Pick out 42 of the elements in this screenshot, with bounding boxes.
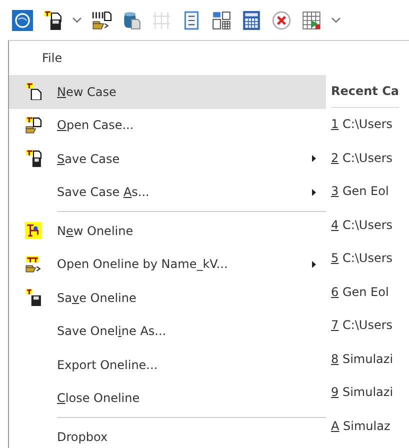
calculator-icon[interactable]	[241, 10, 262, 30]
submenu-arrow-icon	[312, 155, 316, 162]
menu-item[interactable]: New Case	[9, 75, 326, 108]
recent-file-item[interactable]: A Simulaz	[331, 410, 399, 443]
recent-file-item[interactable]: 6 Gen Eol	[331, 276, 399, 309]
submenu-arrow-icon	[312, 188, 316, 196]
menu-item[interactable]: Export Oneline...	[9, 348, 326, 382]
folder-icon	[24, 116, 42, 134]
floppy-disk-icon[interactable]	[42, 10, 63, 30]
document-icon	[24, 83, 42, 100]
grid-icon[interactable]	[301, 10, 322, 30]
menu-title: File	[41, 50, 64, 67]
menu-item[interactable]: Save Oneline	[9, 281, 326, 314]
recent-file-item[interactable]: 9 Simulazi	[331, 376, 399, 410]
recent-file-item[interactable]: 2 C:\Users	[331, 142, 399, 175]
submenu-arrow-icon	[312, 260, 316, 268]
menu-item[interactable]: New Oneline	[9, 214, 326, 248]
menu-item[interactable]: Save Oneline As...	[9, 314, 326, 348]
globe-icon[interactable]	[12, 10, 33, 30]
section-title: Recent Ca	[331, 75, 399, 108]
menu-item[interactable]: Close Oneline	[9, 382, 326, 415]
menu-item[interactable]: Open Oneline by Name_kV...	[9, 248, 326, 281]
recent-file-item[interactable]: 5 C:\Users	[331, 242, 399, 276]
chevron-down-icon[interactable]	[331, 17, 341, 23]
menu-item[interactable]: Dropbox	[9, 420, 326, 448]
recent-file-item[interactable]: 3 Gen Eol	[331, 175, 399, 208]
recent-file-item[interactable]: 8 Simulazi	[331, 342, 399, 376]
layout-icon[interactable]	[211, 10, 232, 30]
recent-file-item[interactable]: 1 C:\Users	[331, 108, 399, 142]
chevron-down-icon[interactable]	[72, 17, 82, 23]
close-icon[interactable]	[271, 10, 292, 30]
recent-file-item[interactable]: 7 C:\Users	[331, 309, 399, 342]
floppy-disk-icon	[24, 289, 42, 306]
recent-file-item[interactable]: 4 C:\Users	[331, 208, 399, 242]
floppy-disk-icon	[24, 150, 42, 168]
folder-icon[interactable]	[91, 10, 112, 30]
folder-icon	[24, 256, 42, 273]
database-icon[interactable]	[121, 10, 142, 30]
menu-item[interactable]: Open Case...	[9, 108, 326, 142]
menu-item[interactable]: Save Case	[9, 142, 326, 176]
diagram-icon	[24, 222, 42, 240]
menu-item[interactable]: Save Case As...	[9, 176, 326, 209]
